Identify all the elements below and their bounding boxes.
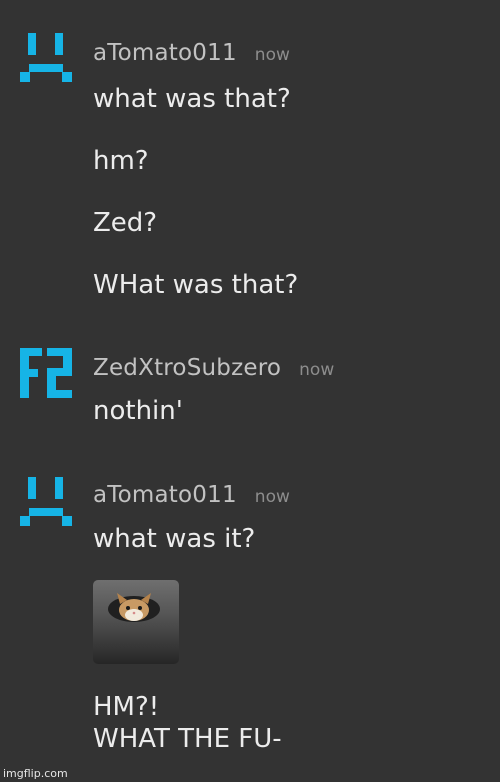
cat-ceiling-image[interactable] bbox=[93, 580, 179, 664]
timestamp: now bbox=[299, 360, 335, 380]
message-text: HM?! WHAT THE FU- bbox=[93, 692, 282, 754]
sad-face-icon[interactable] bbox=[18, 474, 74, 530]
message-text: Zed? bbox=[93, 208, 158, 238]
message-text: nothin' bbox=[93, 396, 183, 426]
timestamp: now bbox=[254, 487, 290, 507]
username[interactable]: ZedXtroSubzero bbox=[93, 355, 281, 381]
fz-logo-icon[interactable] bbox=[18, 346, 74, 402]
username[interactable]: aTomato011 bbox=[93, 40, 237, 66]
sad-face-icon[interactable] bbox=[18, 30, 74, 86]
message-text: hm? bbox=[93, 146, 149, 176]
message-text: what was that? bbox=[93, 84, 291, 114]
message-header: aTomato011 now bbox=[93, 40, 290, 66]
timestamp: now bbox=[254, 45, 290, 65]
chat-log: aTomato011 now what was that? hm? Zed? WH… bbox=[0, 0, 500, 782]
message-header: ZedXtroSubzero now bbox=[93, 355, 334, 381]
message-text: what was it? bbox=[93, 524, 256, 554]
message-header: aTomato011 now bbox=[93, 482, 290, 508]
watermark: imgflip.com bbox=[3, 767, 68, 780]
username[interactable]: aTomato011 bbox=[93, 482, 237, 508]
message-text: WHat was that? bbox=[93, 270, 299, 300]
